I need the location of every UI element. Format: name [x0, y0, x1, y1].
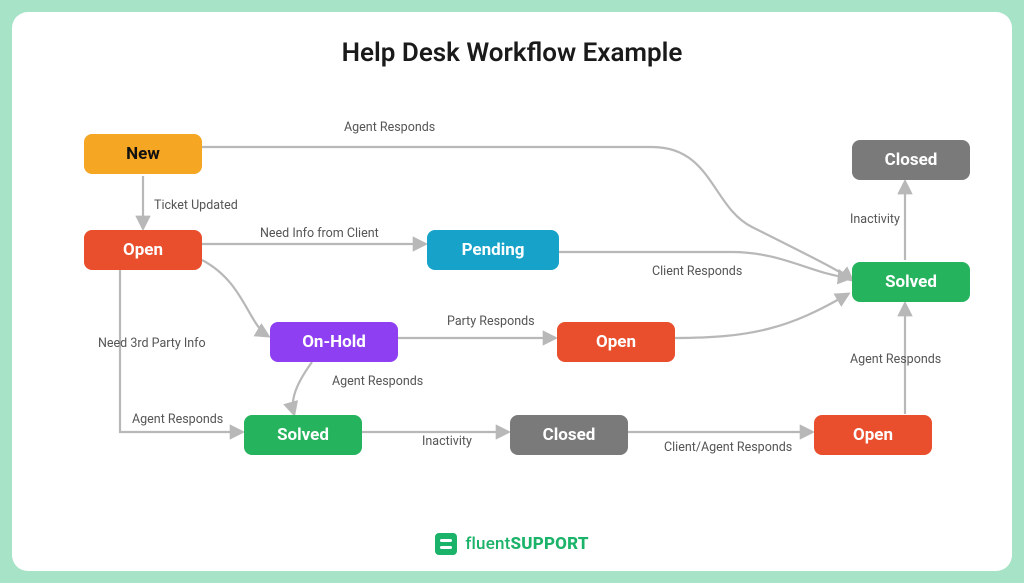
page-title: Help Desk Workflow Example	[12, 38, 1012, 68]
edge-label: Inactivity	[422, 434, 472, 449]
node-closed-1: Closed	[510, 415, 628, 455]
node-pending: Pending	[427, 230, 559, 270]
node-closed-2: Closed	[852, 140, 970, 180]
node-onhold: On-Hold	[270, 322, 398, 362]
node-open-1: Open	[84, 230, 202, 270]
node-open-2: Open	[557, 322, 675, 362]
edge-label: Agent Responds	[332, 374, 423, 389]
logo-icon	[435, 533, 457, 555]
edge-label: Client Responds	[652, 264, 742, 279]
diagram-frame: Help Desk Workflow Example	[12, 12, 1012, 571]
edge-label: Inactivity	[850, 212, 900, 227]
edge-label: Ticket Updated	[154, 198, 238, 213]
edge-label: Need Info from Client	[260, 226, 379, 241]
edge-label: Client/Agent Responds	[664, 440, 792, 455]
edge-label: Party Responds	[447, 314, 535, 329]
edge-label: Agent Responds	[344, 120, 435, 135]
logo-brand-bold: SUPPORT	[511, 534, 589, 554]
logo-brand-light: fluent	[465, 534, 510, 554]
edge-label: Agent Responds	[850, 352, 941, 367]
brand-logo: fluentSUPPORT	[12, 533, 1012, 555]
node-new: New	[84, 134, 202, 174]
edge-label: Agent Responds	[132, 412, 223, 427]
node-solved-2: Solved	[852, 262, 970, 302]
node-solved-1: Solved	[244, 415, 362, 455]
edge-label: Need 3rd Party Info	[98, 336, 206, 351]
logo-text: fluentSUPPORT	[465, 534, 588, 554]
node-open-3: Open	[814, 415, 932, 455]
